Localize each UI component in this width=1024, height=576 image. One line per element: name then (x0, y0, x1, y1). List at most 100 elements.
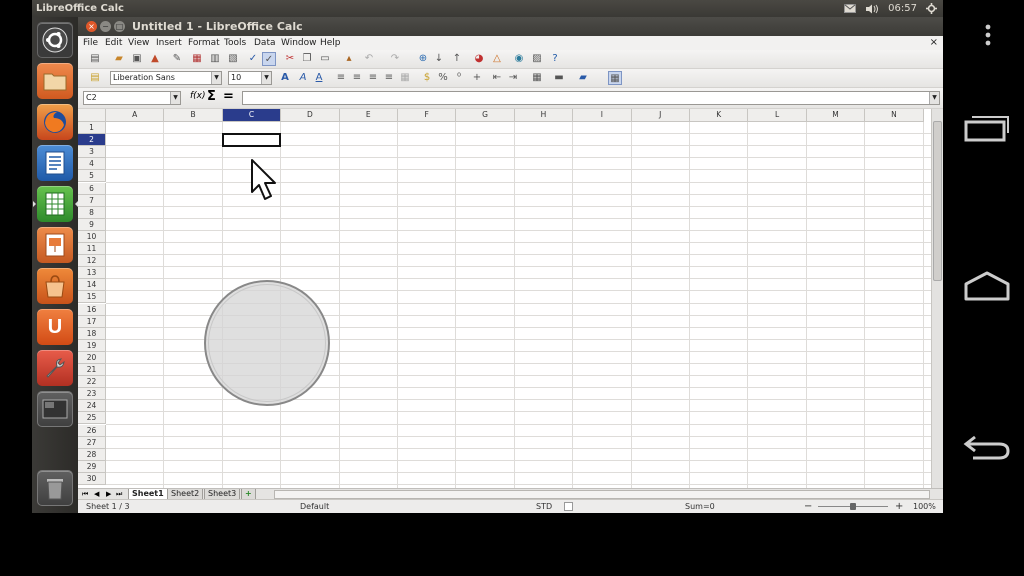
styles-icon[interactable]: ▤ (88, 71, 102, 85)
help-icon[interactable]: ? (548, 52, 562, 66)
row-header-8[interactable]: 8 (78, 206, 106, 219)
row-header-12[interactable]: 12 (78, 255, 106, 268)
column-header-h[interactable]: H (514, 109, 574, 122)
column-header-g[interactable]: G (456, 109, 515, 122)
writer-launcher[interactable] (37, 145, 73, 181)
column-header-k[interactable]: K (690, 109, 749, 122)
italic-icon[interactable]: A (296, 71, 310, 85)
zoom-in-button[interactable]: + (895, 500, 903, 513)
toggle-grid-icon[interactable]: ▦ (608, 71, 622, 85)
row-header-6[interactable]: 6 (78, 182, 106, 195)
menu-insert[interactable]: Insert (156, 36, 182, 50)
hyperlink-icon[interactable]: ⊕ (416, 52, 430, 66)
undo-icon[interactable]: ↶ (362, 52, 376, 66)
menu-help[interactable]: Help (320, 36, 341, 50)
increase-indent-icon[interactable]: ⇥ (506, 71, 520, 85)
menu-tools[interactable]: Tools (224, 36, 246, 50)
envelope-icon[interactable] (844, 4, 857, 13)
row-header-9[interactable]: 9 (78, 218, 106, 231)
recent-apps-icon[interactable] (963, 113, 1011, 143)
first-sheet-nav-icon[interactable]: ⏮ (82, 489, 88, 499)
row-header-16[interactable]: 16 (78, 303, 106, 316)
row-header-23[interactable]: 23 (78, 388, 106, 401)
menu-format[interactable]: Format (188, 36, 220, 50)
menu-file[interactable]: File (83, 36, 98, 50)
merge-cells-icon[interactable]: ▦ (398, 71, 412, 85)
bold-icon[interactable]: A (278, 71, 292, 85)
column-header-m[interactable]: M (806, 109, 866, 122)
software-center-launcher[interactable] (37, 268, 73, 304)
dash-home-button[interactable] (37, 22, 73, 58)
font-name-combo[interactable]: Liberation Sans ▼ (110, 71, 222, 85)
sum-button[interactable]: Σ (207, 89, 216, 104)
decimal-format-icon[interactable]: ⁰ (452, 71, 466, 85)
underline-icon[interactable]: A (312, 71, 326, 85)
sort-ascending-icon[interactable]: ↓ (432, 52, 446, 66)
row-header-1[interactable]: 1 (78, 122, 106, 135)
row-header-2[interactable]: 2 (78, 134, 106, 147)
zoom-level[interactable]: 100% (913, 500, 936, 513)
row-header-18[interactable]: 18 (78, 327, 106, 340)
font-name-dropdown-icon[interactable]: ▼ (211, 72, 221, 84)
ellipse-shape[interactable] (202, 278, 332, 408)
page-style[interactable]: Default (300, 500, 329, 513)
navigator-icon[interactable]: ◉ (512, 52, 526, 66)
close-window-button[interactable]: × (86, 21, 97, 32)
draw-functions-icon[interactable]: △ (490, 52, 504, 66)
row-header-13[interactable]: 13 (78, 267, 106, 280)
column-header-c[interactable]: C (222, 109, 282, 122)
formula-input[interactable]: ▼ (242, 91, 940, 105)
zoom-slider-handle[interactable] (850, 503, 856, 510)
row-header-4[interactable]: 4 (78, 158, 106, 171)
maximize-window-button[interactable]: □ (114, 21, 125, 32)
chart-icon[interactable]: ◕ (472, 52, 486, 66)
export-icon[interactable]: ▲ (148, 52, 162, 66)
menu-view[interactable]: View (128, 36, 149, 50)
impress-launcher[interactable] (37, 227, 73, 263)
font-size-combo[interactable]: 10 ▼ (228, 71, 272, 85)
print-preview-icon[interactable]: ▧ (226, 52, 240, 66)
row-header-3[interactable]: 3 (78, 146, 106, 159)
cut-icon[interactable]: ✂ (283, 52, 297, 66)
overflow-menu-icon[interactable] (983, 20, 993, 50)
align-left-icon[interactable]: ≡ (334, 71, 348, 85)
align-right-icon[interactable]: ≡ (366, 71, 380, 85)
open-folder-icon[interactable]: ▰ (112, 52, 126, 66)
row-header-10[interactable]: 10 (78, 230, 106, 243)
column-header-j[interactable]: J (631, 109, 690, 122)
gear-icon[interactable] (926, 3, 937, 14)
new-document-icon[interactable]: ▤ (88, 52, 102, 66)
menu-window[interactable]: Window (281, 36, 317, 50)
print-icon[interactable]: ▥ (208, 52, 222, 66)
menu-edit[interactable]: Edit (105, 36, 122, 50)
trash-launcher[interactable] (37, 470, 73, 506)
column-header-a[interactable]: A (106, 109, 165, 122)
firefox-launcher[interactable] (37, 104, 73, 140)
align-center-icon[interactable]: ≡ (350, 71, 364, 85)
column-header-i[interactable]: I (573, 109, 632, 122)
sort-descending-icon[interactable]: ↑ (450, 52, 464, 66)
row-header-15[interactable]: 15 (78, 291, 106, 304)
currency-icon[interactable]: $ (420, 71, 434, 85)
background-color-icon[interactable]: ▬ (552, 71, 566, 85)
column-header-e[interactable]: E (339, 109, 398, 122)
expand-formula-icon[interactable]: ▼ (929, 92, 939, 104)
percent-icon[interactable]: % (436, 71, 450, 85)
speaker-icon[interactable] (865, 4, 879, 14)
redo-icon[interactable]: ↷ (388, 52, 402, 66)
clone-formatting-icon[interactable]: ▴ (342, 52, 356, 66)
vertical-scrollbar[interactable] (931, 109, 943, 488)
row-header-22[interactable]: 22 (78, 376, 106, 389)
column-header-n[interactable]: N (865, 109, 924, 122)
export-pdf-icon[interactable]: ▦ (190, 52, 204, 66)
clock[interactable]: 06:57 (888, 0, 917, 17)
row-header-20[interactable]: 20 (78, 351, 106, 364)
row-header-25[interactable]: 25 (78, 412, 106, 425)
home-icon[interactable] (963, 271, 1011, 301)
row-header-28[interactable]: 28 (78, 448, 106, 461)
next-sheet-nav-icon[interactable]: ▶ (106, 489, 111, 499)
last-sheet-nav-icon[interactable]: ⏭ (116, 489, 122, 499)
justify-icon[interactable]: ≡ (382, 71, 396, 85)
font-size-dropdown-icon[interactable]: ▼ (261, 72, 271, 84)
calc-launcher[interactable] (33, 186, 78, 222)
